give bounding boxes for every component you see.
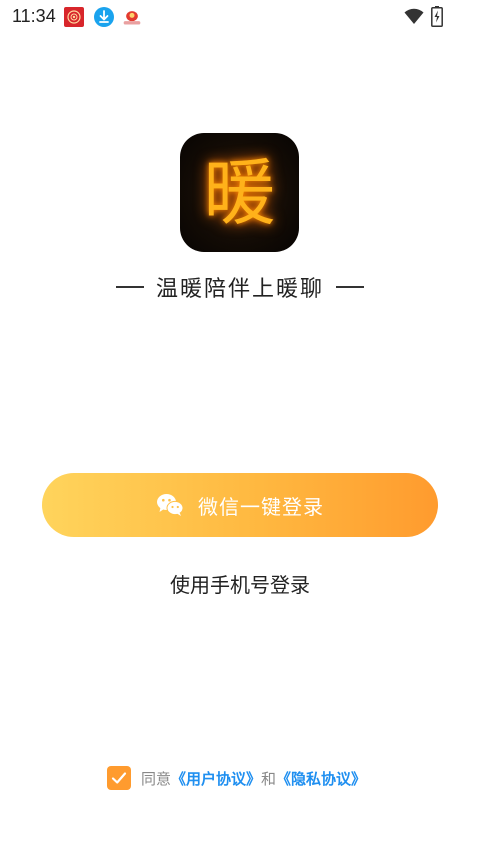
slogan-right-divider [336, 286, 364, 288]
cloud-app-icon [123, 11, 141, 25]
wechat-login-button[interactable]: 微信一键登录 [42, 473, 438, 537]
agreement-prefix: 同意 [141, 769, 172, 788]
slogan-left-divider [115, 286, 144, 288]
status-bar: 11:34 [0, 0, 480, 34]
download-icon [94, 7, 114, 27]
wifi-icon [404, 8, 424, 24]
battery-charging-icon [431, 6, 443, 27]
privacy-policy-link[interactable]: 《隐私协议》 [276, 768, 366, 789]
status-time: 11:34 [12, 6, 56, 26]
checkmark-icon [111, 772, 127, 784]
wechat-icon [157, 494, 184, 516]
slogan-text: 温暖陪伴上暖聊 [155, 277, 324, 302]
agreement-checkbox[interactable] [107, 766, 131, 790]
app-logo-glyph: 暖 [203, 150, 276, 235]
wechat-login-label: 微信一键登录 [198, 494, 324, 519]
agreement-row: 同意 《用户协议》 和 《隐私协议》 [107, 765, 366, 791]
slogan: 温暖陪伴上暖聊 [0, 271, 480, 303]
user-agreement-link[interactable]: 《用户协议》 [171, 768, 261, 789]
login-screen: 11:34 暖 温暖陪伴上暖聊 微信一键登录 使用手机号登录 同意 《用户协议》… [0, 0, 480, 853]
phone-login-link[interactable]: 使用手机号登录 [0, 569, 480, 598]
app-logo: 暖 [180, 133, 299, 252]
agreement-conjunction: 和 [261, 769, 277, 788]
calendar-app-icon [64, 7, 84, 27]
